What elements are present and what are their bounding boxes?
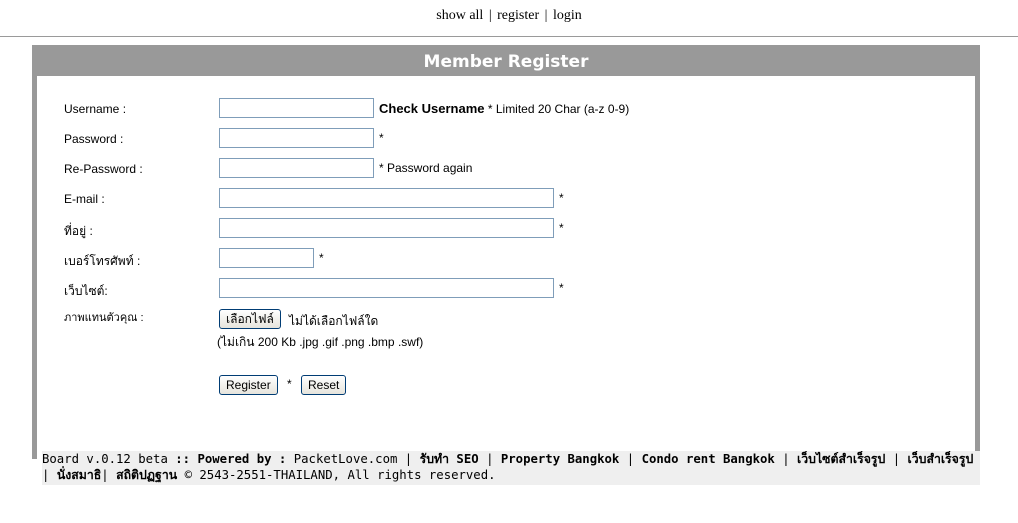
password-required-mark: * [379, 131, 384, 145]
footer-separator: | [404, 452, 413, 466]
password-input[interactable] [219, 128, 374, 148]
footer-separator: | [101, 468, 109, 482]
register-button[interactable]: Register [219, 375, 278, 395]
footer-link-property-bangkok[interactable]: Property Bangkok [501, 452, 619, 466]
phone-required-mark: * [319, 251, 324, 265]
re-password-input[interactable] [219, 158, 374, 178]
register-form: Username : Check Username * Limited 20 C… [37, 76, 980, 485]
footer-line-1: Board v.0.12 beta :: Powered by : Packet… [42, 451, 980, 467]
footer-link-satipatthana[interactable]: สถิติปฏฐาน [116, 468, 177, 482]
top-navigation: show all | register | login [0, 8, 1018, 24]
email-label: E-mail : [64, 192, 105, 206]
footer-separator: | [626, 452, 635, 466]
address-label: ที่อยู่ : [64, 224, 93, 238]
login-link[interactable]: login [553, 8, 582, 23]
address-input[interactable] [219, 218, 554, 238]
re-password-label: Re-Password : [64, 162, 143, 176]
header-divider [0, 36, 1018, 37]
email-required-mark: * [559, 191, 564, 205]
username-label: Username : [64, 102, 127, 116]
website-label: เว็บไซต์: [64, 284, 108, 298]
email-input[interactable] [219, 188, 554, 208]
footer-link-ready-website[interactable]: เว็บสำเร็จรูป [908, 452, 974, 466]
panel-footer: Board v.0.12 beta :: Powered by : Packet… [42, 451, 980, 485]
address-required-mark: * [559, 221, 564, 235]
footer-separator: | [782, 452, 790, 466]
footer-link-website-builder[interactable]: เว็บไซต์สำเร็จรูป [797, 452, 885, 466]
footer-line-2: | นั่งสมาธิ| สถิติปฏฐาน © 2543-2551-THAI… [42, 467, 980, 483]
username-hint: * Limited 20 Char (a-z 0-9) [487, 102, 630, 116]
website-input[interactable] [219, 278, 554, 298]
phone-label: เบอร์โทรศัพท์ : [64, 254, 141, 268]
reset-button[interactable]: Reset [301, 375, 347, 395]
copyright-text: © 2543-2551-THAILAND, All rights reserve… [184, 468, 496, 482]
show-all-link[interactable]: show all [436, 8, 483, 23]
panel-title: Member Register [423, 52, 589, 72]
board-version: Board v.0.12 beta [42, 452, 168, 466]
website-required-mark: * [559, 281, 564, 295]
re-password-note: * Password again [379, 161, 473, 175]
footer-link-meditation[interactable]: นั่งสมาธิ [57, 468, 101, 482]
avatar-file-hint: (ไม่เกิน 200 Kb .jpg .gif .png .bmp .swf… [217, 335, 424, 349]
avatar-label: ภาพแทนตัวคุณ : [64, 312, 144, 324]
choose-file-button[interactable]: เลือกไฟล์ [219, 309, 281, 329]
footer-separator: | [42, 468, 50, 482]
footer-link-condo-rent[interactable]: Condo rent Bangkok [642, 452, 775, 466]
required-mark: * [287, 377, 292, 391]
phone-input[interactable] [219, 248, 314, 268]
no-file-text: ไม่ได้เลือกไฟล์ใด [289, 314, 379, 328]
username-note: Check Username * Limited 20 Char (a-z 0-… [379, 101, 629, 116]
packetlove-link[interactable]: PacketLove.com [294, 452, 398, 466]
check-username-link[interactable]: Check Username [379, 101, 485, 116]
register-panel: Member Register Username : Check Usernam… [32, 45, 980, 485]
footer-separator: | [486, 452, 494, 466]
footer-separator: | [892, 452, 901, 466]
nav-separator: | [488, 8, 492, 23]
password-label: Password : [64, 132, 124, 146]
username-input[interactable] [219, 98, 374, 118]
powered-by-label: :: Powered by : [175, 452, 287, 466]
nav-separator: | [544, 8, 548, 23]
register-link[interactable]: register [497, 8, 539, 23]
footer-link-seo[interactable]: รับทำ SEO [420, 452, 479, 466]
